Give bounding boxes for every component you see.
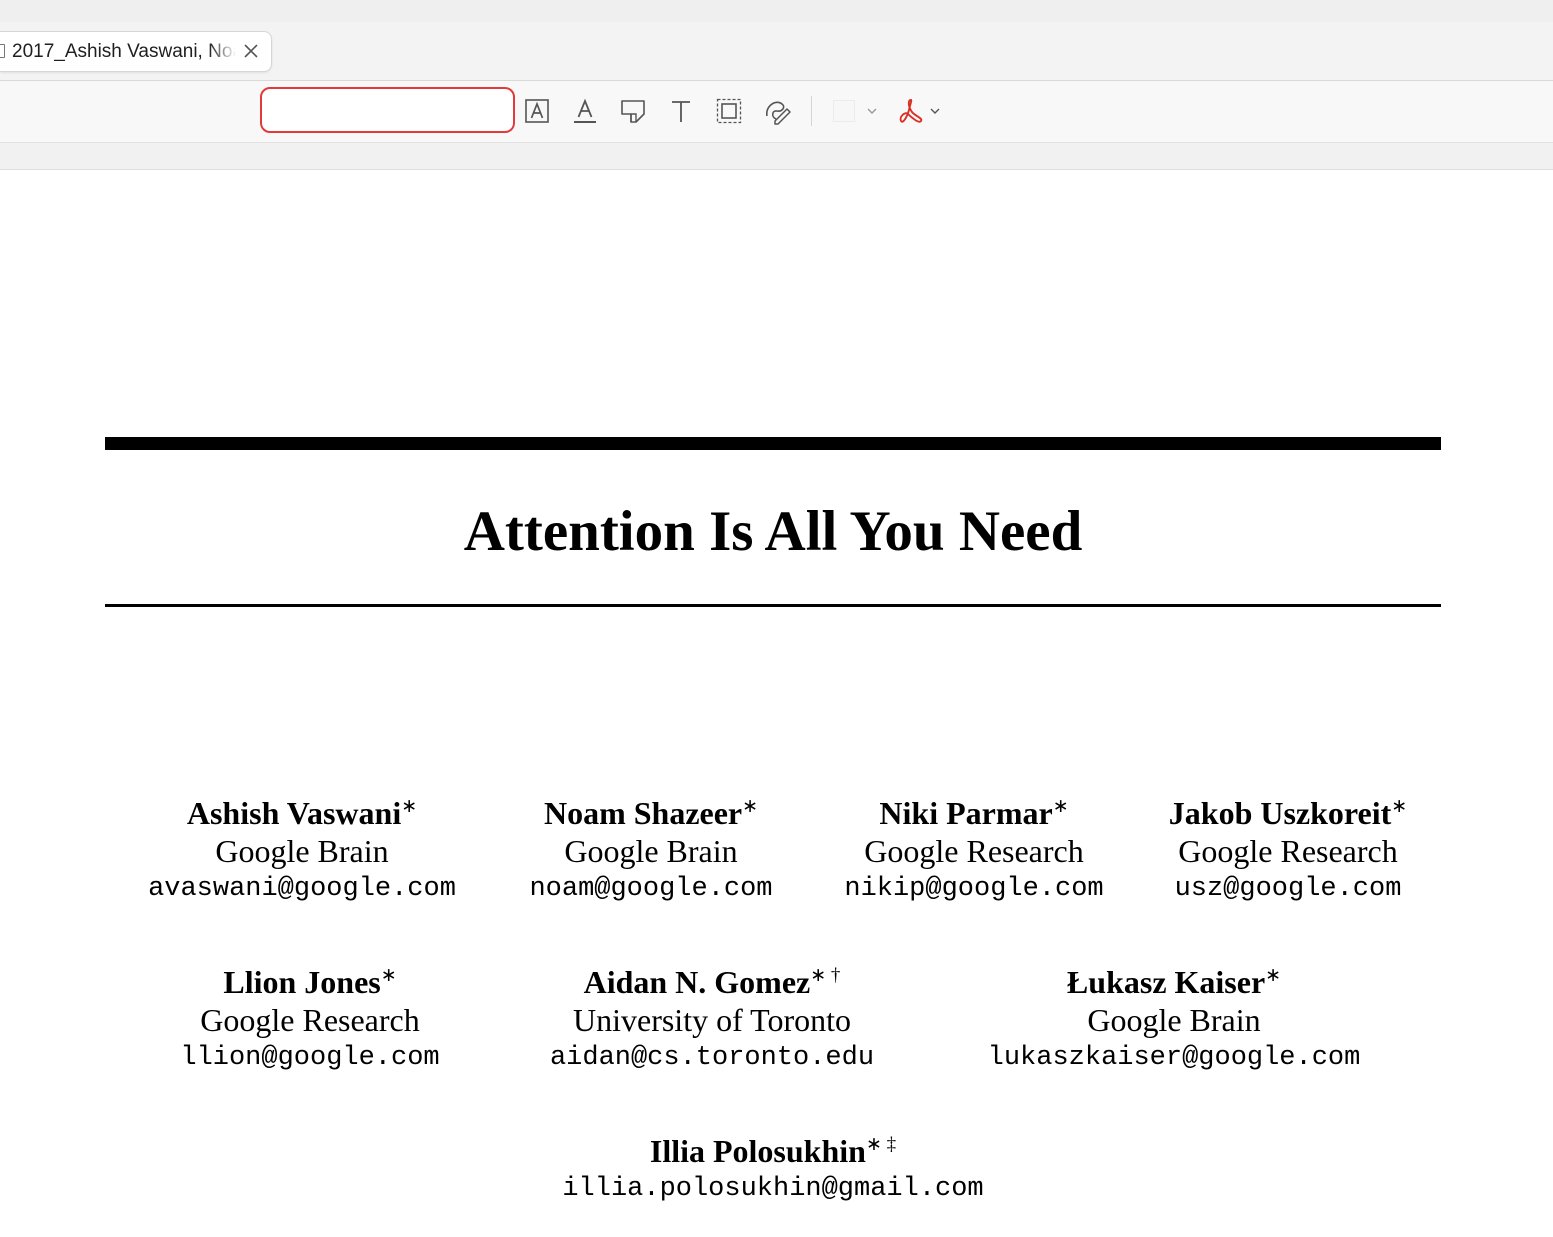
author-affiliation: Google Research — [864, 833, 1084, 869]
author-affiliation: Google Brain — [215, 833, 389, 869]
author-affiliation: Google Research — [200, 1002, 420, 1038]
toolbar-divider — [811, 96, 812, 126]
author-name: Jakob Uszkoreit∗ — [1168, 795, 1408, 831]
author-marks: ∗ — [1052, 796, 1069, 817]
author-name: Llion Jones∗ — [223, 964, 397, 1000]
author-marks: ∗ — [1265, 965, 1282, 986]
sticky-note-icon[interactable] — [619, 97, 647, 125]
author-block: Llion Jones∗ Google Research llion@googl… — [140, 963, 480, 1077]
document-icon — [0, 44, 5, 58]
author-marks: ∗ — [401, 796, 418, 817]
tab-title: 2017_Ashish Vaswani, Noam Shazeer, Niki … — [12, 41, 236, 62]
author-block: Niki Parmar∗ Google Research nikip@googl… — [819, 794, 1129, 908]
document-tab[interactable]: 2017_Ashish Vaswani, Noam Shazeer, Niki … — [0, 31, 272, 72]
search-input[interactable] — [260, 87, 515, 133]
author-email: noam@google.com — [529, 874, 773, 904]
area-select-icon[interactable] — [715, 97, 743, 125]
author-marks: ∗ ‡ — [865, 1134, 897, 1155]
author-block: Illia Polosukhin∗ ‡ illia.polosukhin@gma… — [523, 1132, 1023, 1208]
author-name: Ashish Vaswani∗ — [186, 795, 418, 831]
underline-text-icon[interactable] — [571, 97, 599, 125]
chevron-down-icon[interactable] — [865, 104, 879, 118]
close-icon[interactable] — [241, 41, 261, 61]
author-name: Noam Shazeer∗ — [543, 795, 759, 831]
author-block: Jakob Uszkoreit∗ Google Research usz@goo… — [1143, 794, 1433, 908]
title-rule-bottom — [105, 604, 1441, 607]
author-affiliation: Google Brain — [564, 833, 738, 869]
tab-strip: 2017_Ashish Vaswani, Noam Shazeer, Niki … — [0, 22, 1553, 81]
author-name: Łukasz Kaiser∗ — [1066, 964, 1282, 1000]
author-block: Ashish Vaswani∗ Google Brain avaswani@go… — [82, 794, 522, 908]
pdf-page: Attention Is All You Need Ashish Vaswani… — [0, 170, 1553, 1237]
author-block: Aidan N. Gomez∗ † University of Toronto … — [512, 963, 912, 1077]
author-affiliation: University of Toronto — [572, 1002, 852, 1038]
author-affiliation: Google Research — [1178, 833, 1398, 869]
text-box-icon[interactable] — [523, 97, 551, 125]
author-block: Noam Shazeer∗ Google Brain noam@google.c… — [491, 794, 811, 908]
author-affiliation: Google Brain — [1087, 1002, 1261, 1038]
acrobat-icon[interactable] — [897, 97, 925, 125]
author-marks: ∗ † — [810, 965, 841, 986]
author-email: aidan@cs.toronto.edu — [549, 1043, 875, 1073]
signature-icon[interactable] — [763, 97, 791, 125]
author-email: llion@google.com — [180, 1043, 440, 1073]
paper-title: Attention Is All You Need — [463, 500, 1083, 563]
document-subbar — [0, 143, 1553, 170]
author-email: lukaszkaiser@google.com — [987, 1043, 1361, 1073]
author-email: illia.polosukhin@gmail.com — [562, 1174, 984, 1204]
window-top-bar — [0, 0, 1553, 23]
author-email: nikip@google.com — [844, 874, 1104, 904]
author-email: avaswani@google.com — [148, 874, 456, 904]
color-picker-icon[interactable] — [833, 100, 855, 122]
author-name: Illia Polosukhin∗ ‡ — [649, 1133, 897, 1169]
author-email: usz@google.com — [1174, 874, 1402, 904]
author-marks: ∗ — [380, 965, 397, 986]
chevron-down-icon[interactable] — [928, 104, 942, 118]
author-name: Niki Parmar∗ — [879, 795, 1069, 831]
title-rule-top — [105, 437, 1441, 450]
text-insert-icon[interactable] — [667, 97, 695, 125]
author-marks: ∗ — [742, 796, 759, 817]
author-name: Aidan N. Gomez∗ † — [583, 964, 841, 1000]
author-marks: ∗ — [1391, 796, 1408, 817]
author-block: Łukasz Kaiser∗ Google Brain lukaszkaiser… — [944, 963, 1404, 1077]
